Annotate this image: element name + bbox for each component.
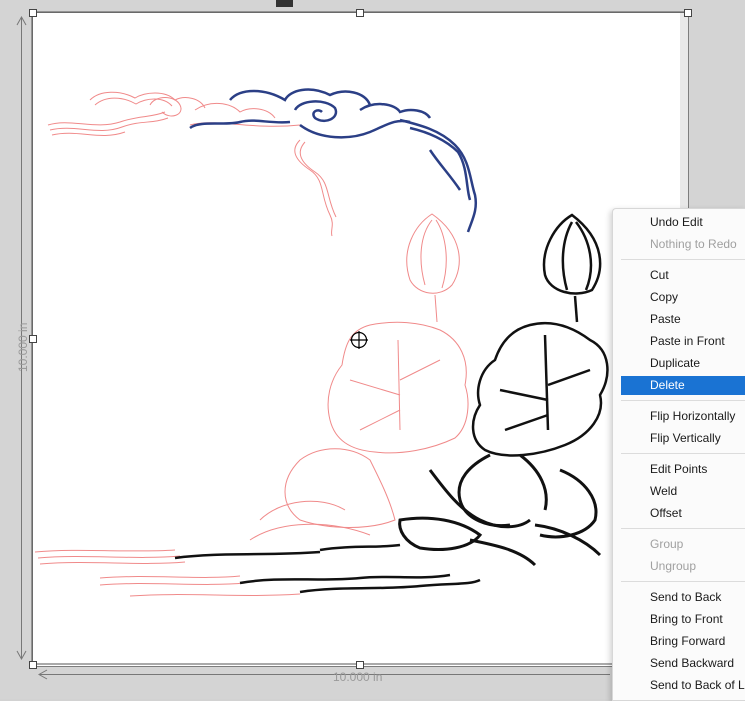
menu-item-copy[interactable]: Copy (621, 288, 745, 307)
menu-item-paste[interactable]: Paste (621, 310, 745, 329)
resize-handle-top-right[interactable] (684, 9, 692, 17)
context-menu: Undo Edit Nothing to Redo Cut Copy Paste… (612, 208, 745, 701)
height-dimension-label: 10.000 in (16, 322, 30, 372)
resize-handle-top-left[interactable] (29, 9, 37, 17)
black-lotus-leaf (471, 321, 609, 457)
menu-separator (621, 259, 745, 260)
width-arrow-left-icon (38, 669, 48, 680)
resize-handle-top-center[interactable] (356, 9, 364, 17)
design-workspace[interactable]: 10.000 in 10.000 in Undo Edit Nothing to… (0, 0, 745, 701)
menu-item-duplicate[interactable]: Duplicate (621, 354, 745, 373)
menu-item-paste-in-front[interactable]: Paste in Front (621, 332, 745, 351)
width-dimension-label: 10.000 in (333, 670, 383, 684)
pink-water-lines (34, 549, 301, 597)
resize-handle-bottom-left[interactable] (29, 661, 37, 669)
menu-item-bring-forward[interactable]: Bring Forward (621, 632, 745, 651)
height-arrow-bottom-icon (16, 650, 27, 660)
menu-item-ungroup: Ungroup (650, 559, 697, 573)
menu-item-send-backward[interactable]: Send Backward (621, 654, 745, 673)
menu-item-send-to-back[interactable]: Send to Back (621, 588, 745, 607)
black-lotus-bud (542, 213, 602, 323)
height-arrow-top-icon (16, 16, 27, 26)
menu-separator (621, 400, 745, 401)
pink-cloud-outline (47, 91, 337, 237)
menu-item-flip-horizontally[interactable]: Flip Horizontally (621, 407, 745, 426)
crosshair-cursor-icon (350, 331, 368, 349)
menu-item-group: Group (650, 537, 684, 551)
black-water-lines (174, 543, 481, 594)
menu-item-bring-to-front[interactable]: Bring to Front (621, 610, 745, 629)
menu-separator (621, 581, 745, 582)
menu-item-undo-edit[interactable]: Undo Edit (621, 213, 745, 232)
menu-separator (621, 528, 745, 529)
menu-item-nothing-to-redo: Nothing to Redo (650, 237, 737, 251)
pink-lotus-outline (249, 213, 469, 541)
menu-item-flip-vertically[interactable]: Flip Vertically (621, 429, 745, 448)
menu-item-delete[interactable]: Delete (621, 376, 745, 395)
menu-item-send-to-back-of-layer[interactable]: Send to Back of La (621, 676, 745, 695)
width-dimension-line (40, 674, 610, 675)
menu-item-offset[interactable]: Offset (621, 504, 745, 523)
menu-separator (621, 453, 745, 454)
resize-handle-middle-left[interactable] (29, 335, 37, 343)
black-lotus-flower (398, 453, 602, 567)
menu-item-weld[interactable]: Weld (621, 482, 745, 501)
menu-item-edit-points[interactable]: Edit Points (621, 460, 745, 479)
menu-item-cut[interactable]: Cut (621, 266, 745, 285)
resize-handle-bottom-center[interactable] (356, 661, 364, 669)
